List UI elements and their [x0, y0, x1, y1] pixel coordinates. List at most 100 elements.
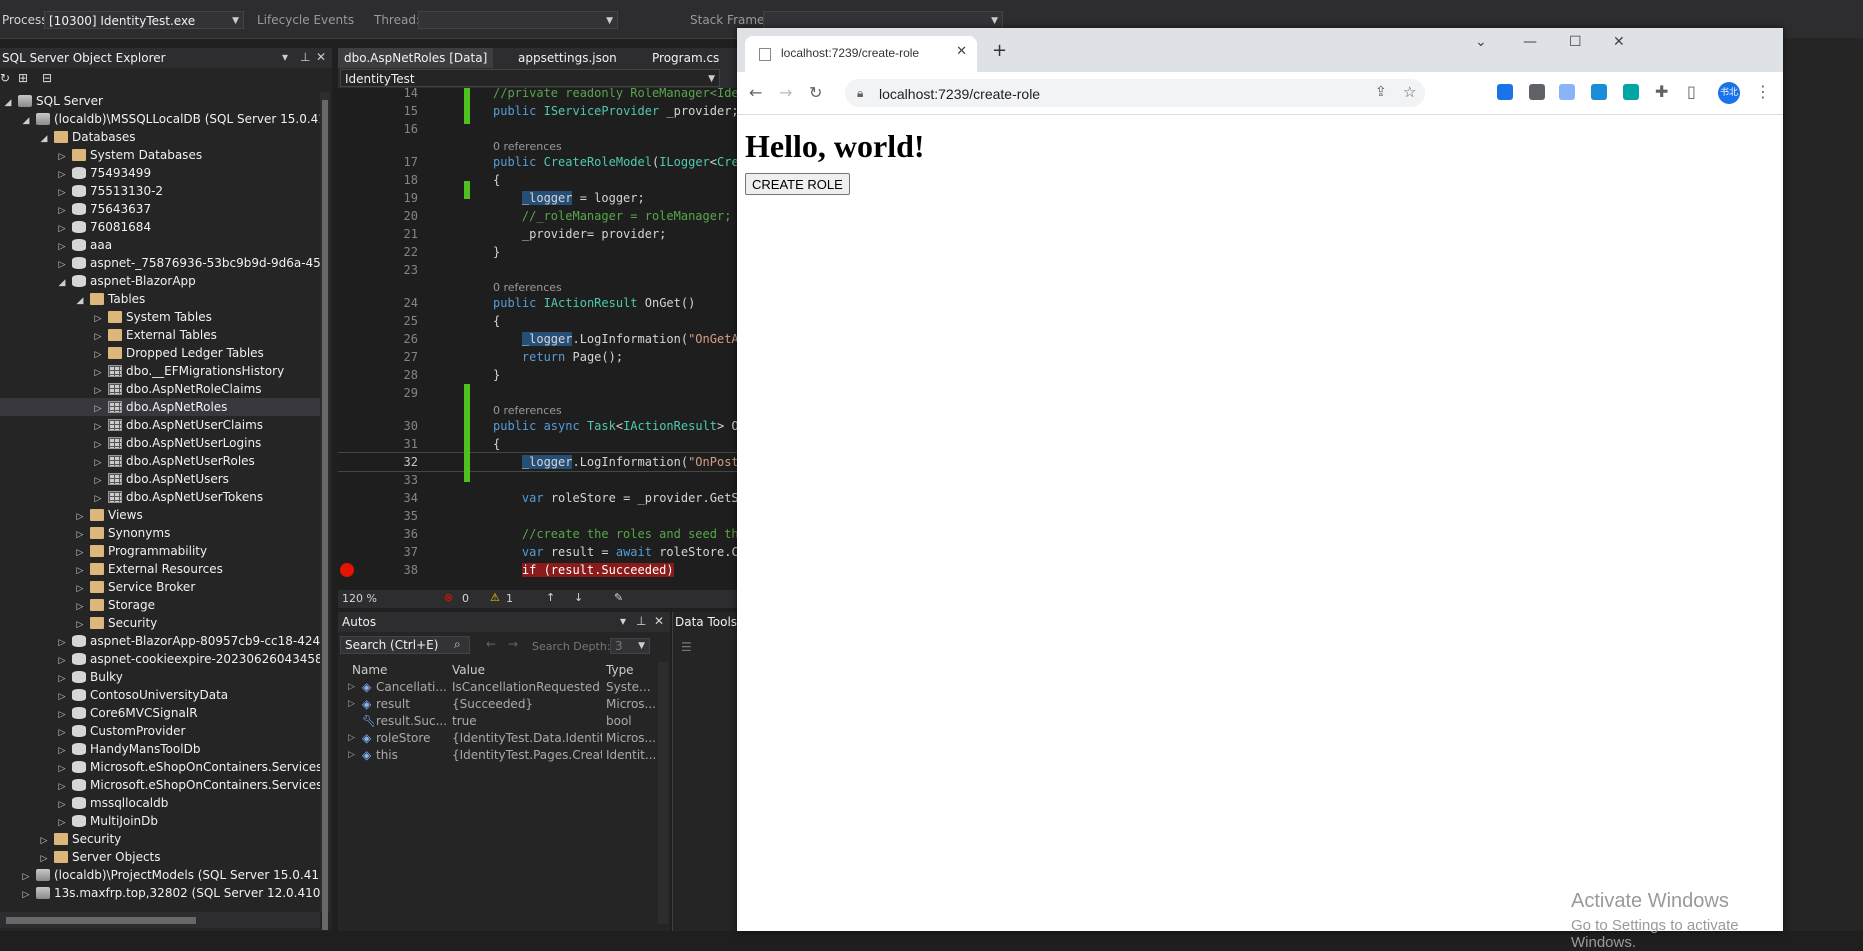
- tree-node[interactable]: ▷ 75643637: [0, 200, 320, 218]
- tree-node[interactable]: ◢ Tables: [0, 290, 320, 308]
- code-line[interactable]: 28}: [338, 366, 738, 384]
- tab-program-cs[interactable]: Program.cs: [646, 48, 725, 68]
- side-panel-icon[interactable]: ▯: [1687, 82, 1696, 101]
- code-line[interactable]: 19 _logger = logger;: [338, 189, 738, 207]
- tab-aspnetroles-data[interactable]: dbo.AspNetRoles [Data]: [338, 48, 494, 68]
- code-line[interactable]: 17 public CreateRoleModel(ILogger<Cre: [338, 153, 738, 171]
- tree-node[interactable]: ▷ 13s.maxfrp.top,32802 (SQL Server 12.0.4…: [0, 884, 320, 902]
- code-line[interactable]: 20 //_roleManager = roleManager;: [338, 207, 738, 225]
- tree-node[interactable]: ▷ dbo.AspNetUserTokens: [0, 488, 320, 506]
- tree-node[interactable]: ▷ Views: [0, 506, 320, 524]
- tree-node[interactable]: ▷ dbo.AspNetRoles: [0, 398, 320, 416]
- close-icon[interactable]: ✕: [316, 50, 326, 64]
- tree-node[interactable]: ▷ aspnet-cookieexpire-20230626043458: [0, 650, 320, 668]
- tree-node[interactable]: ▷ 75513130-2: [0, 182, 320, 200]
- extension-icon[interactable]: [1623, 84, 1639, 100]
- code-line[interactable]: 30 public async Task<IActionResult> O: [338, 417, 738, 435]
- error-count[interactable]: 0: [462, 592, 469, 605]
- code-editor[interactable]: 14 //private readonly RoleManager<Ide 15 pu…: [338, 88, 738, 590]
- horizontal-scrollbar[interactable]: [0, 912, 320, 928]
- warning-count[interactable]: 1: [506, 592, 513, 605]
- puzzle-icon[interactable]: ✚: [1655, 82, 1668, 101]
- autos-search-input[interactable]: Search (Ctrl+E): [340, 636, 470, 654]
- reload-icon[interactable]: ↻: [809, 83, 822, 102]
- tree-node[interactable]: ▷ (localdb)\ProjectModels (SQL Server 15.…: [0, 866, 320, 884]
- tree-node[interactable]: ▷ dbo.__EFMigrationsHistory: [0, 362, 320, 380]
- autos-row[interactable]: ▷ ◈ result {Succeeded} Micros...: [338, 696, 658, 713]
- code-line[interactable]: 18 {: [338, 171, 738, 189]
- tree-node[interactable]: ▷ Service Broker: [0, 578, 320, 596]
- tree-node[interactable]: ▷ Dropped Ledger Tables: [0, 344, 320, 362]
- code-line[interactable]: 14 //private readonly RoleManager<Ide: [338, 88, 738, 102]
- tree-node[interactable]: ▷ Security: [0, 614, 320, 632]
- code-line[interactable]: 29: [338, 384, 738, 402]
- project-combo[interactable]: IdentityTest ▼: [340, 69, 720, 87]
- brush-icon[interactable]: ✎: [614, 591, 623, 604]
- tree-node[interactable]: ◢ SQL Server: [0, 92, 320, 110]
- codelens-references[interactable]: 0 references: [493, 140, 562, 154]
- autos-row[interactable]: ▷ ◈ this {IdentityTest.Pages.Create... Ident…: [338, 747, 658, 764]
- column-name[interactable]: Name: [352, 662, 387, 678]
- maximize-icon[interactable]: ☐: [1569, 34, 1582, 50]
- code-line[interactable]: 33: [338, 471, 738, 489]
- tree-node[interactable]: ▷ dbo.AspNetUserClaims: [0, 416, 320, 434]
- next-arrow-icon[interactable]: ↓: [574, 591, 583, 604]
- column-value[interactable]: Value: [452, 662, 485, 678]
- code-line[interactable]: 26 _logger.LogInformation("OnGetA: [338, 330, 738, 348]
- script-icon[interactable]: ⊟: [42, 71, 52, 85]
- tree-node[interactable]: ▷ Programmability: [0, 542, 320, 560]
- browser-tab[interactable]: localhost:7239/create-role ✕: [745, 36, 977, 72]
- tree-node[interactable]: ◢ Databases: [0, 128, 320, 146]
- code-line[interactable]: 36 //create the roles and seed th: [338, 525, 738, 543]
- autos-row[interactable]: 🔧︎ result.Suc... true bool: [338, 713, 658, 730]
- tree-node[interactable]: ▷aspnet-_75876936-53bc9b9d-9d6a-45d4-8: [0, 254, 320, 272]
- forward-arrow-icon[interactable]: →: [508, 637, 518, 651]
- tree-node[interactable]: ▷ External Resources: [0, 560, 320, 578]
- expand-arrow-icon[interactable]: ▷: [20, 886, 32, 904]
- back-icon[interactable]: ←: [749, 83, 762, 102]
- codelens-references[interactable]: 0 references: [493, 404, 562, 418]
- code-line[interactable]: 23: [338, 261, 738, 279]
- tree-node[interactable]: ▷ 76081684: [0, 218, 320, 236]
- search-depth-combo[interactable]: 3 ▼: [610, 638, 650, 654]
- menu-icon[interactable]: ⋮: [1755, 82, 1771, 101]
- close-icon[interactable]: ✕: [654, 614, 664, 628]
- dropdown-icon[interactable]: ▾: [282, 50, 288, 64]
- tree-node[interactable]: ▷ dbo.AspNetRoleClaims: [0, 380, 320, 398]
- code-line[interactable]: 15 public IServiceProvider _provider;: [338, 102, 738, 120]
- tree-node[interactable]: ▷ 75493499: [0, 164, 320, 182]
- tree-node[interactable]: ▷ Microsoft.eShopOnContainers.Services.Ca: [0, 758, 320, 776]
- code-line[interactable]: 34 var roleStore = _provider.GetS: [338, 489, 738, 507]
- column-type[interactable]: Type: [606, 662, 634, 678]
- tree-node[interactable]: ▷ aspnet-BlazorApp-80957cb9-cc18-424a-8: [0, 632, 320, 650]
- pin-icon[interactable]: ⊥: [300, 50, 310, 64]
- tree-node[interactable]: ▷ mssqllocaldb: [0, 794, 320, 812]
- new-tab-icon[interactable]: +: [992, 40, 1007, 61]
- code-line[interactable]: 25 {: [338, 312, 738, 330]
- add-server-icon[interactable]: ⊞: [18, 71, 28, 85]
- profile-avatar[interactable]: 书北: [1718, 82, 1740, 104]
- autos-scrollbar[interactable]: [658, 662, 668, 924]
- tree-node[interactable]: ▷ dbo.AspNetUserLogins: [0, 434, 320, 452]
- tree-node[interactable]: ▷ Server Objects: [0, 848, 320, 866]
- thread-combo[interactable]: ▼: [418, 11, 618, 29]
- tab-appsettings[interactable]: appsettings.json: [512, 48, 623, 68]
- list-icon[interactable]: ☰: [681, 640, 692, 654]
- autos-row[interactable]: ▷ ◈ Cancellati... IsCancellationRequested .…: [338, 679, 658, 696]
- expand-arrow-icon[interactable]: ▷: [348, 696, 358, 713]
- tree-node[interactable]: ▷ Synonyms: [0, 524, 320, 542]
- code-line[interactable]: 21 _provider= provider;: [338, 225, 738, 243]
- code-line[interactable]: 22}: [338, 243, 738, 261]
- tree-node[interactable]: ▷ CustomProvider: [0, 722, 320, 740]
- address-bar[interactable]: 🔒︎ localhost:7239/create-role ⇪ ☆: [845, 79, 1425, 107]
- code-line[interactable]: 38 if (result.Succeeded): [338, 561, 738, 579]
- tree-node[interactable]: ▷ System Databases: [0, 146, 320, 164]
- tree-node[interactable]: ▷ aaa: [0, 236, 320, 254]
- dropdown-icon[interactable]: ▾: [620, 614, 626, 628]
- tree-node[interactable]: ▷ Microsoft.eShopOnContainers.Services.Id…: [0, 776, 320, 794]
- back-arrow-icon[interactable]: ←: [486, 637, 496, 651]
- lock-icon[interactable]: 🔒︎: [857, 86, 863, 101]
- tree-node[interactable]: ▷ System Tables: [0, 308, 320, 326]
- code-line[interactable]: 16: [338, 120, 738, 138]
- extension-icon[interactable]: [1591, 84, 1607, 100]
